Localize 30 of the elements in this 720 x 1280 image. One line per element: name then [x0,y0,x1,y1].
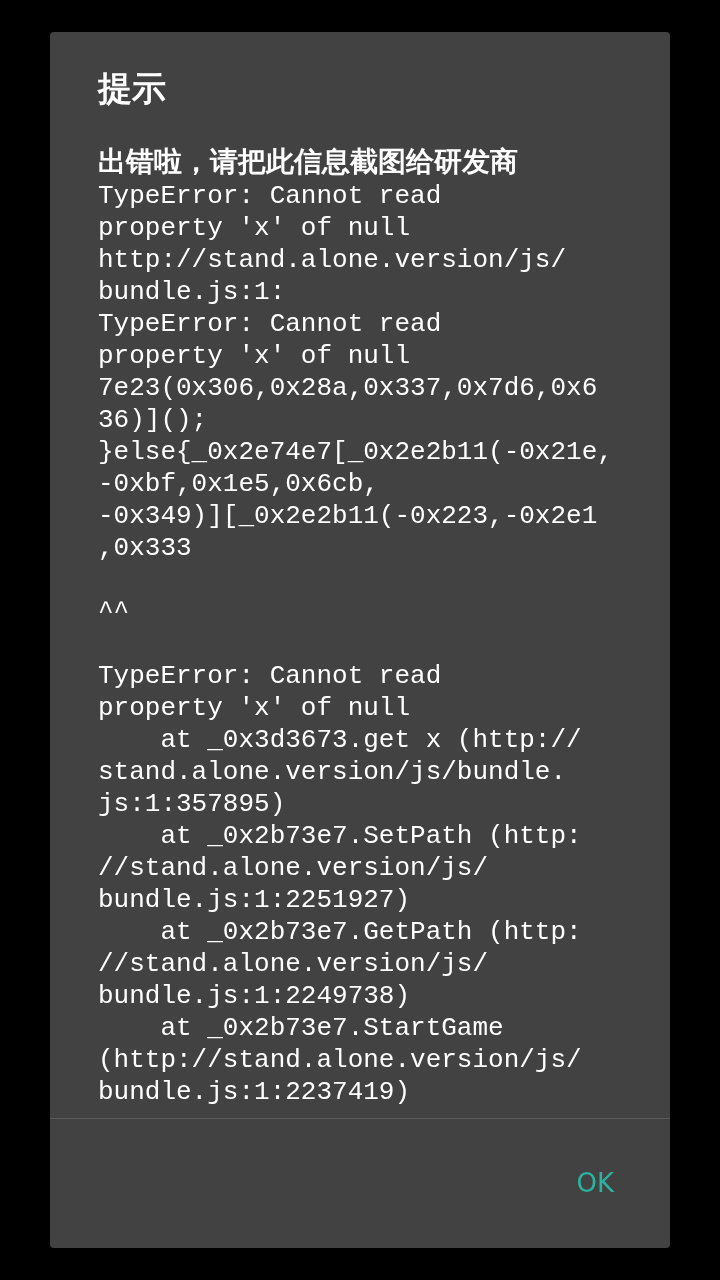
error-line: TypeError: Cannot read [98,660,442,692]
error-line: property 'x' of null [98,692,411,724]
error-line: at _0x3d3673.get x (http:// [159,724,582,756]
error-line: bundle.js:1: [98,276,286,308]
error-line: js:1:357895) [98,788,286,820]
error-line: at _0x2b73e7.SetPath (http: [159,820,582,852]
ok-button[interactable]: OK [560,1156,630,1211]
error-line: bundle.js:1:2251927) [98,884,411,916]
error-line: (http://stand.alone.version/js/ [98,1044,582,1076]
error-line: bundle.js:1:2249738) [98,980,411,1012]
error-line: 36)](); [98,404,208,436]
error-line: TypeError: Cannot read [98,308,442,340]
error-line: //stand.alone.version/js/ [98,852,489,884]
error-line: property 'x' of null [98,212,411,244]
dialog-title: 提示 [98,68,166,108]
error-line: 7e23(0x306,0x28a,0x337,0x7d6,0x6 [98,372,598,404]
error-line: at _0x2b73e7.GetPath (http: [159,916,582,948]
error-heading: 出错啦，请把此信息截图给研发商 [98,144,518,180]
error-line: }else{_0x2e74e7[_0x2e2b11(-0x21e, [98,436,613,468]
error-line: ^^ [98,596,130,628]
error-line: ,0x333 [98,532,192,564]
error-line: TypeError: Cannot read [98,180,442,212]
error-line: -0xbf,0x1e5,0x6cb, [98,468,379,500]
error-line: //stand.alone.version/js/ [98,948,489,980]
error-line: at _0x2b73e7.StartGame [159,1012,504,1044]
error-line: property 'x' of null [98,340,411,372]
error-line: bundle.js:1:2237419) [98,1076,411,1108]
error-line: -0x349)][_0x2e2b11(-0x223,-0x2e1 [98,500,598,532]
error-line: stand.alone.version/js/bundle. [98,756,567,788]
error-line: http://stand.alone.version/js/ [98,244,567,276]
